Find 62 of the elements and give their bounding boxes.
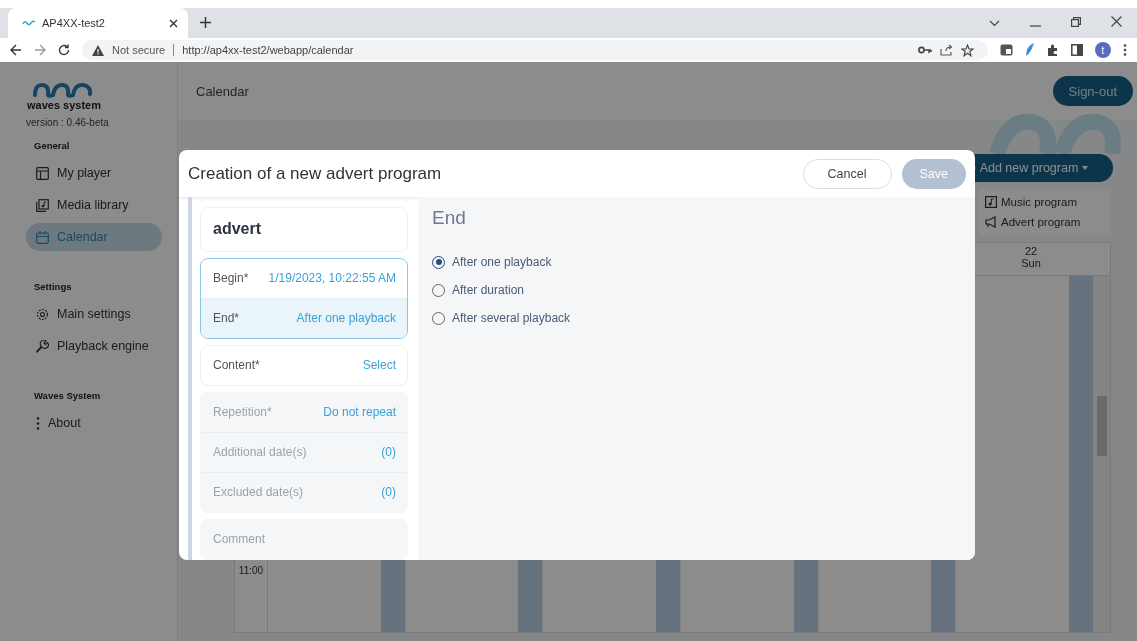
sidebar-item[interactable]: About [26, 409, 162, 437]
close-icon[interactable] [169, 18, 178, 28]
wrench-icon [36, 339, 49, 353]
forward-arrow-icon[interactable] [34, 44, 46, 56]
field-row[interactable]: Begin* 1/19/2023, 10:22:55 AM [201, 258, 407, 299]
more-icon [36, 416, 40, 430]
sidebar-item[interactable]: Media library [26, 191, 162, 219]
caret-icon [1082, 166, 1089, 170]
media-icon [36, 198, 49, 212]
chevron-down-icon[interactable] [989, 20, 1000, 27]
radio-option[interactable]: After one playback [432, 255, 961, 269]
tab-title: AP4XX-test2 [42, 17, 106, 29]
gear-icon [36, 307, 49, 321]
feather-icon[interactable] [1025, 43, 1035, 57]
plus-icon[interactable] [200, 17, 211, 28]
waves-logo-icon [33, 82, 95, 98]
megaphone-icon [985, 216, 997, 228]
menu-item[interactable]: Music program [985, 196, 1105, 208]
scrollbar[interactable] [1094, 276, 1111, 632]
section-title: General [34, 140, 71, 151]
music-icon [985, 196, 997, 208]
dialog-title: Creation of a new advert program [188, 163, 443, 184]
sign-out-button[interactable]: Sign-out [1052, 76, 1133, 106]
close-icon[interactable] [1111, 16, 1122, 27]
sidebar-item[interactable]: Playback engine [26, 332, 162, 360]
time-label: 11:00 [238, 565, 264, 576]
section-title: Settings [34, 281, 73, 292]
restore-icon[interactable] [1071, 17, 1081, 27]
url-text: http://ap4xx-test2/webapp/calendar [182, 44, 354, 56]
cancel-button[interactable]: Cancel [802, 158, 892, 189]
star-icon[interactable] [961, 43, 974, 57]
extension-icon[interactable] [1000, 44, 1013, 56]
side-panel-icon[interactable] [1071, 44, 1083, 56]
layout-icon [36, 166, 49, 180]
version-text: version : 0.46-beta [26, 117, 110, 128]
key-icon[interactable] [918, 46, 932, 54]
more-icon[interactable] [1123, 44, 1127, 56]
section-title: Waves System [34, 390, 102, 401]
program-name: advert [213, 220, 263, 239]
profile-avatar[interactable]: t [1095, 42, 1111, 58]
back-arrow-icon[interactable] [10, 44, 22, 56]
field-row[interactable]: End* After one playback [201, 298, 407, 338]
browser-tab[interactable]: AP4XX-test2 [8, 8, 188, 38]
radio-option[interactable]: After duration [432, 283, 961, 297]
panel-heading: End [432, 207, 467, 229]
security-label: Not secure [112, 44, 166, 56]
sidebar-item[interactable]: Main settings [26, 300, 162, 328]
menu-item[interactable]: Advert program [985, 216, 1105, 228]
field-row[interactable]: Content* Select [201, 345, 407, 385]
share-icon[interactable] [940, 44, 953, 56]
sidebar-item[interactable]: My player [26, 159, 162, 187]
calendar-icon [36, 230, 49, 244]
warning-icon [92, 44, 104, 56]
logo-text: waves system [27, 99, 101, 111]
page-title: Calendar [196, 83, 249, 99]
day-number: 22 [1024, 245, 1038, 257]
day-name: Sun [1021, 257, 1041, 269]
address-bar[interactable]: Not secure http://ap4xx-test2/webapp/calendar [82, 40, 988, 60]
reload-icon[interactable] [58, 44, 70, 56]
radio-option[interactable]: After several playback [432, 311, 961, 325]
puzzle-icon[interactable] [1047, 44, 1059, 56]
wave-icon [22, 20, 36, 26]
